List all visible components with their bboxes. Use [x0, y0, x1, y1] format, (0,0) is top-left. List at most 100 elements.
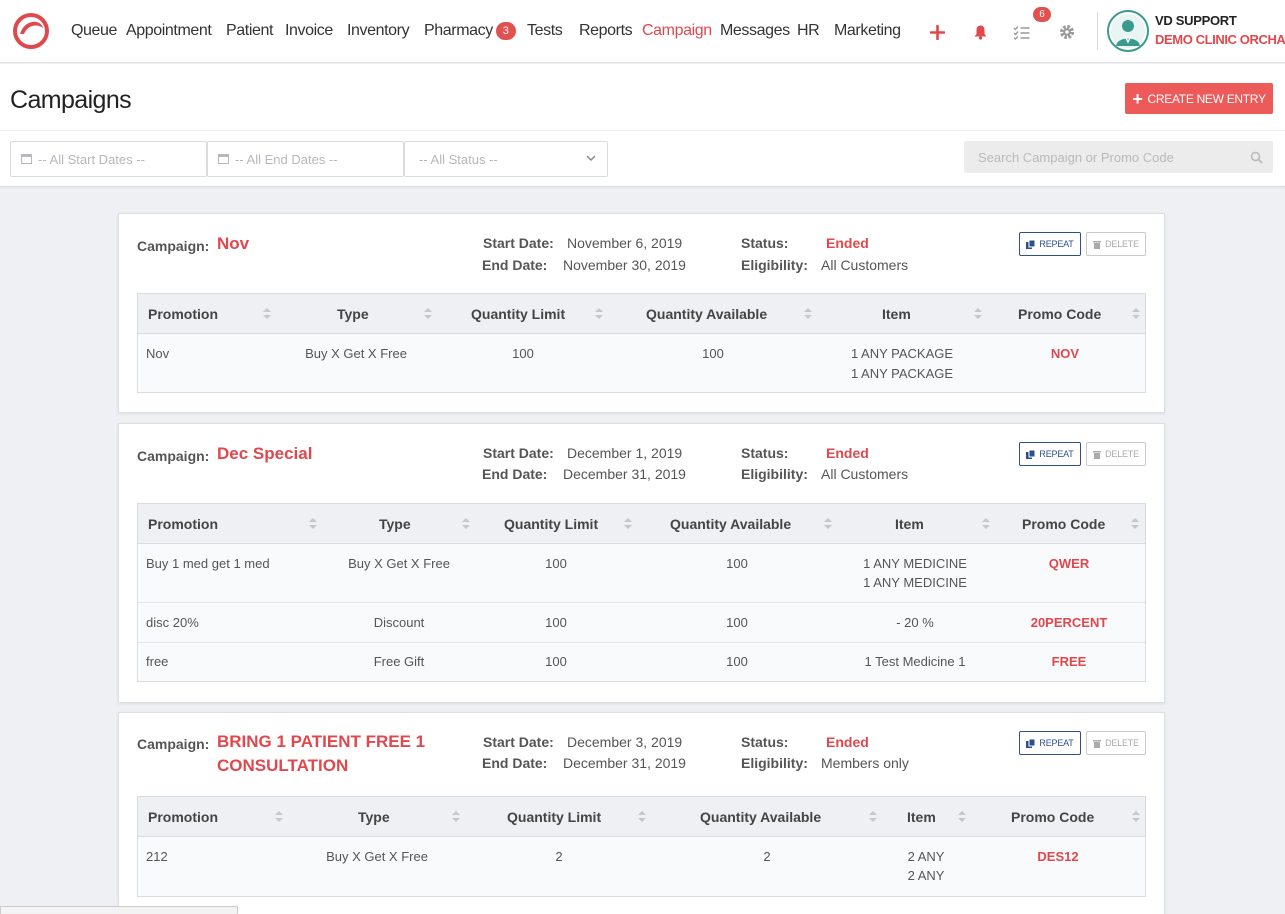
start-date-value: December 3, 2019 — [567, 734, 683, 750]
item-cell: 1 ANY PACKAGE — [850, 346, 954, 361]
col-promotion[interactable]: Promotion — [148, 809, 218, 825]
status-filter-select[interactable]: -- All Status -- — [404, 141, 608, 177]
col-type[interactable]: Type — [379, 516, 411, 532]
campaign-label: Campaign: — [137, 448, 210, 464]
nav-pharmacy[interactable]: Pharmacy 3 — [424, 22, 516, 40]
bell-icon[interactable] — [973, 24, 988, 40]
nav-marketing[interactable]: Marketing — [834, 22, 901, 40]
sort-icon[interactable] — [275, 811, 283, 823]
sort-icon[interactable] — [974, 308, 982, 320]
col-quantity-available[interactable]: Quantity Available — [670, 516, 791, 532]
page-header — [0, 64, 1285, 131]
trash-icon — [1093, 450, 1102, 459]
limit-cell: 2 — [555, 849, 563, 864]
start-date-filter[interactable]: -- All Start Dates -- — [10, 141, 207, 177]
nav-appointment[interactable]: Appointment — [126, 22, 212, 40]
col-promo-code[interactable]: Promo Code — [1011, 809, 1094, 825]
copy-icon — [1026, 239, 1036, 249]
table-row: disc 20% Discount 100 100 - 20 % 20PERCE… — [138, 603, 1145, 643]
col-quantity-available[interactable]: Quantity Available — [646, 306, 767, 322]
promo-code-cell: FREE — [1051, 654, 1087, 669]
end-date-filter[interactable]: -- All End Dates -- — [207, 141, 404, 177]
col-item[interactable]: Item — [895, 516, 924, 532]
item-cell: 1 ANY MEDICINE — [863, 575, 967, 590]
delete-button[interactable]: DELETE — [1086, 232, 1146, 256]
col-quantity-limit[interactable]: Quantity Limit — [507, 809, 601, 825]
sort-icon[interactable] — [309, 518, 317, 530]
sort-icon[interactable] — [424, 308, 432, 320]
col-item[interactable]: Item — [907, 809, 936, 825]
col-promo-code[interactable]: Promo Code — [1022, 516, 1105, 532]
repeat-button[interactable]: REPEAT — [1019, 731, 1081, 755]
search-icon[interactable] — [1250, 151, 1263, 164]
col-quantity-limit[interactable]: Quantity Limit — [504, 516, 598, 532]
end-date-value: December 31, 2019 — [563, 755, 686, 771]
user-clinic[interactable]: DEMO CLINIC ORCHARD — [1155, 32, 1285, 47]
col-quantity-available[interactable]: Quantity Available — [700, 809, 821, 825]
start-date-label: Start Date: — [483, 734, 554, 750]
sort-icon[interactable] — [869, 811, 877, 823]
promo-code-cell: 20PERCENT — [1030, 615, 1108, 630]
nav-campaign[interactable]: Campaign — [642, 22, 712, 40]
sort-icon[interactable] — [1132, 811, 1140, 823]
create-new-entry-button[interactable]: + CREATE NEW ENTRY — [1125, 83, 1273, 114]
table-row: free Free Gift 100 100 1 Test Medicine 1… — [138, 643, 1145, 681]
nav-invoice[interactable]: Invoice — [285, 22, 333, 40]
col-promo-code[interactable]: Promo Code — [1018, 306, 1101, 322]
user-name[interactable]: VD SUPPORT — [1155, 13, 1237, 28]
sort-icon[interactable] — [595, 308, 603, 320]
col-type[interactable]: Type — [358, 809, 390, 825]
repeat-button[interactable]: REPEAT — [1019, 442, 1081, 466]
sort-icon[interactable] — [824, 518, 832, 530]
sort-icon[interactable] — [638, 811, 646, 823]
sort-icon[interactable] — [624, 518, 632, 530]
promotion-cell: Nov — [146, 346, 170, 361]
sort-icon[interactable] — [982, 518, 990, 530]
sort-icon[interactable] — [1131, 518, 1139, 530]
start-date-label: Start Date: — [483, 445, 554, 461]
status-value: Ended — [826, 445, 869, 461]
sort-icon[interactable] — [263, 308, 271, 320]
trash-icon — [1093, 739, 1102, 748]
nav-inventory[interactable]: Inventory — [347, 22, 410, 40]
sort-icon[interactable] — [804, 308, 812, 320]
search-input[interactable] — [964, 141, 1273, 173]
user-avatar[interactable] — [1107, 10, 1149, 52]
nav-pharmacy-label: Pharmacy — [424, 22, 493, 39]
plus-icon[interactable] — [930, 25, 945, 40]
sort-icon[interactable] — [958, 811, 966, 823]
gear-icon[interactable] — [1059, 24, 1075, 40]
repeat-button[interactable]: REPEAT — [1019, 232, 1081, 256]
col-type[interactable]: Type — [337, 306, 369, 322]
delete-button[interactable]: DELETE — [1086, 442, 1146, 466]
nav-tests[interactable]: Tests — [527, 22, 563, 40]
item-cell: 1 Test Medicine 1 — [864, 654, 966, 669]
delete-button[interactable]: DELETE — [1086, 731, 1146, 755]
type-cell: Buy X Get X Free — [348, 556, 450, 571]
repeat-label: REPEAT — [1039, 449, 1074, 459]
nav-queue[interactable]: Queue — [71, 22, 117, 40]
campaign-label: Campaign: — [137, 238, 210, 254]
col-quantity-limit[interactable]: Quantity Limit — [471, 306, 565, 322]
sort-icon[interactable] — [452, 811, 460, 823]
start-date-value: December 1, 2019 — [567, 445, 683, 461]
nav-hr[interactable]: HR — [797, 22, 820, 40]
type-cell: Buy X Get X Free — [305, 346, 407, 361]
checklist-icon[interactable] — [1013, 25, 1030, 40]
promotion-cell: Buy 1 med get 1 med — [146, 556, 270, 571]
copy-icon — [1026, 449, 1036, 459]
col-promotion[interactable]: Promotion — [148, 306, 218, 322]
search-box — [964, 141, 1273, 173]
limit-cell: 100 — [545, 654, 567, 669]
clinic-logo[interactable] — [12, 12, 50, 50]
sort-icon[interactable] — [1132, 308, 1140, 320]
col-item[interactable]: Item — [882, 306, 911, 322]
promotion-cell: free — [146, 654, 169, 669]
nav-reports[interactable]: Reports — [579, 22, 633, 40]
eligibility-value: All Customers — [821, 257, 909, 273]
col-promotion[interactable]: Promotion — [148, 516, 218, 532]
nav-patient[interactable]: Patient — [226, 22, 273, 40]
repeat-label: REPEAT — [1039, 239, 1074, 249]
nav-messages[interactable]: Messages — [720, 22, 790, 40]
sort-icon[interactable] — [462, 518, 470, 530]
